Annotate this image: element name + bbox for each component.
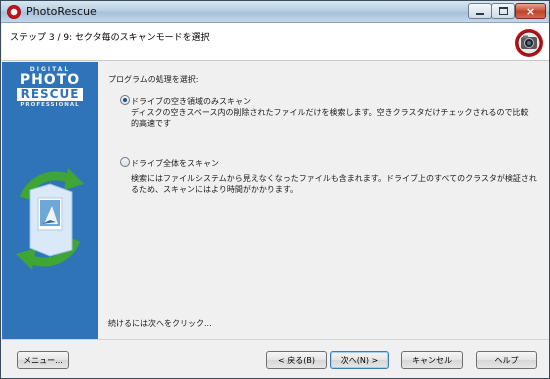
scan-free-space-description: ディスクの空きスペース内の削除されたファイルだけを検索します。空きクラスタだけチ… bbox=[131, 108, 529, 128]
scan-free-space-label[interactable]: ドライブの空き領域のみスキャン bbox=[131, 96, 251, 107]
wizard-footer: メニュー... < 戻る(B) 次へ(N) > キャンセル ヘルプ bbox=[2, 339, 549, 378]
continue-hint: 続けるには次へをクリック... bbox=[108, 319, 212, 328]
scan-whole-drive-label[interactable]: ドライブ全体をスキャン bbox=[131, 158, 219, 169]
menu-button[interactable]: メニュー... bbox=[17, 351, 69, 369]
maximize-button[interactable] bbox=[491, 3, 515, 19]
window-title: PhotoRescue bbox=[26, 5, 97, 18]
photorescue-app-icon bbox=[7, 5, 21, 19]
recycle-photo-icon bbox=[16, 168, 84, 270]
close-button[interactable]: × bbox=[515, 3, 546, 19]
close-icon: × bbox=[525, 4, 536, 18]
brand-rescue: RESCUE bbox=[16, 88, 84, 101]
title-bar[interactable]: PhotoRescue × bbox=[1, 1, 549, 23]
scan-whole-drive-description: 検索にはファイルシステムから見えなくなったファイルも含まれます。ドライブ上のすべ… bbox=[131, 174, 537, 194]
minimize-icon bbox=[476, 13, 484, 15]
step-title: ステップ 3 / 9: セクタ毎のスキャンモードを選択 bbox=[10, 33, 210, 43]
brand-photo: PHOTO bbox=[19, 72, 81, 88]
lifebuoy-logo-icon bbox=[515, 29, 543, 57]
cancel-button[interactable]: キャンセル bbox=[401, 351, 463, 369]
wizard-window: PhotoRescue × ステップ 3 / 9: セクタ毎のスキャンモードを選… bbox=[0, 0, 550, 379]
sidebar-banner: DIGITAL PHOTO RESCUE PROFESSIONAL bbox=[2, 62, 98, 339]
process-prompt: プログラムの処理を選択: bbox=[108, 75, 199, 84]
next-button[interactable]: 次へ(N) > bbox=[330, 351, 389, 369]
help-button[interactable]: ヘルプ bbox=[476, 351, 537, 369]
brand-logo: DIGITAL PHOTO RESCUE PROFESSIONAL bbox=[6, 66, 94, 108]
scan-free-space-radio[interactable] bbox=[120, 95, 130, 105]
wizard-content: プログラムの処理を選択: ドライブの空き領域のみスキャン ディスクの空きスペース… bbox=[98, 62, 549, 339]
maximize-icon bbox=[498, 7, 508, 15]
back-button[interactable]: < 戻る(B) bbox=[266, 351, 327, 369]
scan-whole-drive-radio[interactable] bbox=[120, 157, 130, 167]
brand-professional: PROFESSIONAL bbox=[20, 102, 80, 108]
wizard-header: ステップ 3 / 9: セクタ毎のスキャンモードを選択 bbox=[2, 23, 549, 61]
minimize-button[interactable] bbox=[468, 3, 492, 19]
